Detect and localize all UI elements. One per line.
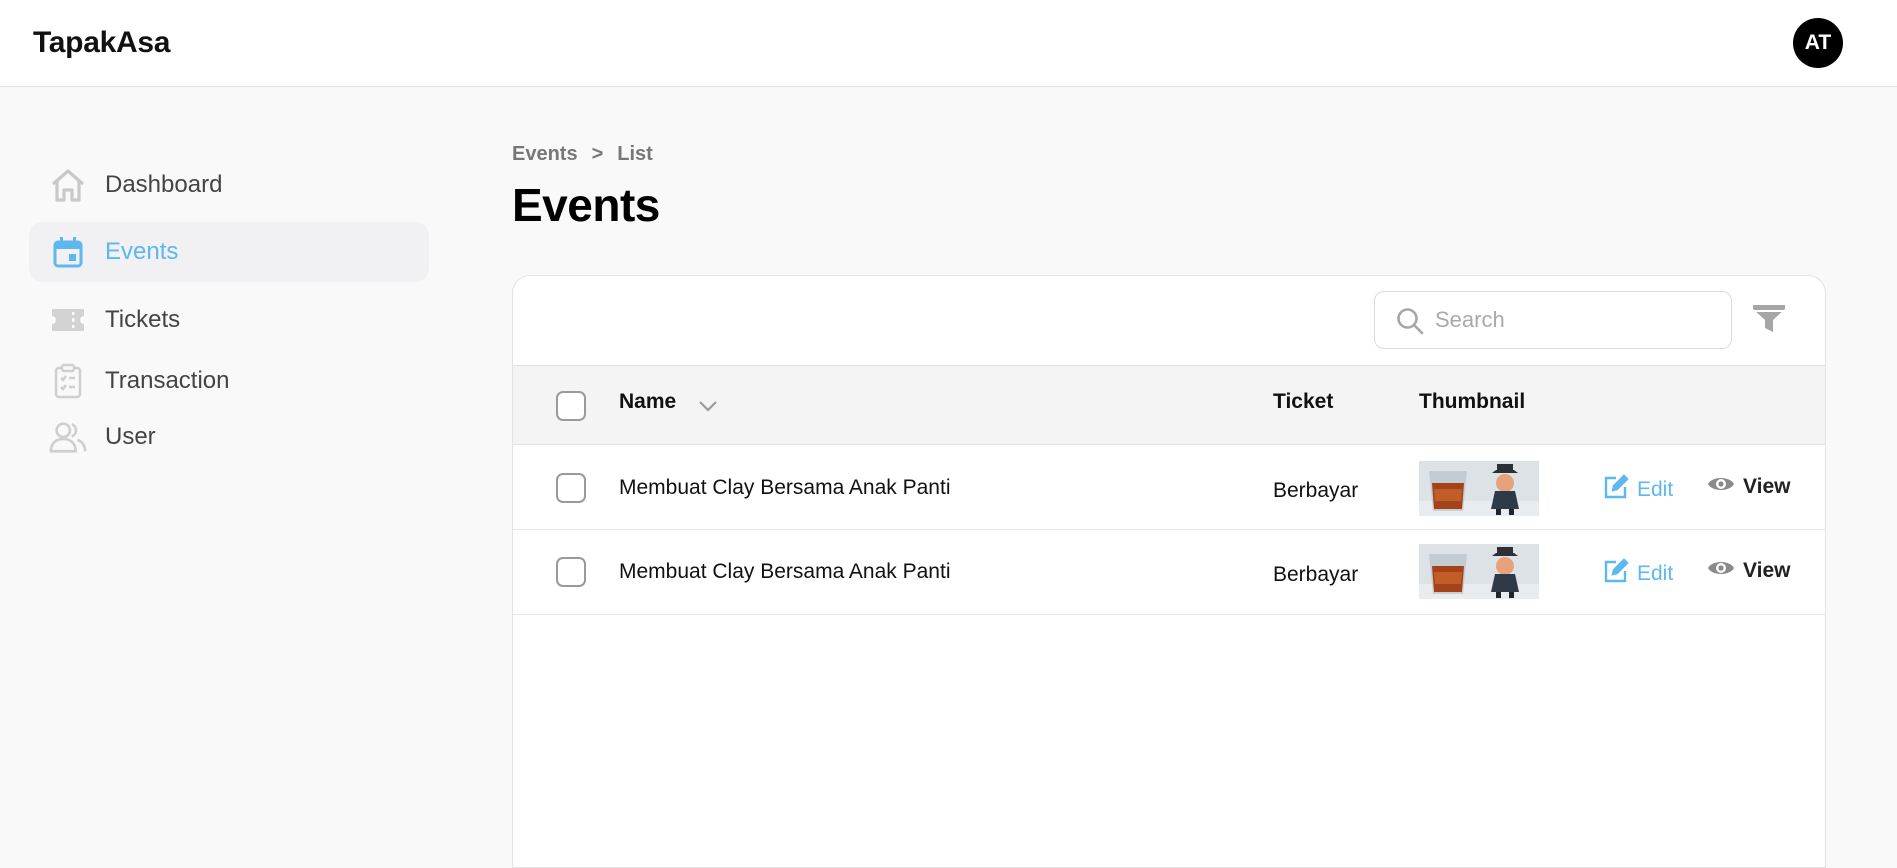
page-title: Events bbox=[512, 179, 660, 231]
filter-icon[interactable] bbox=[1751, 300, 1787, 336]
top-bar: TapakAsa AT bbox=[0, 0, 1897, 87]
events-table-card: Name Ticket Thumbnail Membuat Clay Bersa… bbox=[512, 275, 1826, 868]
view-label: View bbox=[1743, 475, 1791, 498]
edit-icon bbox=[1603, 558, 1629, 590]
sidebar-item-events[interactable]: Events bbox=[29, 222, 429, 282]
column-header-name[interactable]: Name bbox=[619, 390, 676, 414]
search-box[interactable] bbox=[1374, 291, 1732, 349]
select-all-checkbox[interactable] bbox=[556, 391, 586, 421]
breadcrumb-separator: > bbox=[591, 143, 604, 165]
breadcrumb-parent[interactable]: Events bbox=[512, 143, 578, 166]
sidebar-item-tickets[interactable]: Tickets bbox=[29, 290, 429, 350]
table-header: Name Ticket Thumbnail bbox=[513, 365, 1825, 445]
edit-label: Edit bbox=[1637, 478, 1674, 501]
edit-button[interactable]: Edit bbox=[1603, 474, 1673, 506]
sidebar-item-transaction[interactable]: Transaction bbox=[29, 351, 429, 411]
search-icon bbox=[1395, 306, 1425, 336]
brand-logo[interactable]: TapakAsa bbox=[33, 26, 170, 60]
clipboard-icon bbox=[49, 362, 87, 400]
sidebar-item-label: Dashboard bbox=[105, 171, 223, 198]
view-label: View bbox=[1743, 559, 1791, 582]
eye-icon bbox=[1707, 558, 1735, 584]
event-ticket: Berbayar bbox=[1273, 563, 1359, 586]
sidebar-item-label: User bbox=[105, 423, 156, 450]
eye-icon bbox=[1707, 474, 1735, 500]
chevron-down-icon[interactable] bbox=[697, 398, 719, 414]
row-checkbox[interactable] bbox=[556, 557, 586, 587]
table-row: Membuat Clay Bersama Anak Panti Berbayar bbox=[513, 530, 1825, 615]
home-icon bbox=[49, 166, 87, 204]
event-ticket: Berbayar bbox=[1273, 479, 1359, 502]
event-name: Membuat Clay Bersama Anak Panti bbox=[619, 560, 951, 583]
view-button[interactable]: View bbox=[1707, 474, 1790, 500]
edit-button[interactable]: Edit bbox=[1603, 558, 1673, 590]
event-thumbnail bbox=[1419, 461, 1539, 516]
table-row: Membuat Clay Bersama Anak Panti Berbayar bbox=[513, 445, 1825, 530]
breadcrumb-current: List bbox=[617, 143, 653, 165]
edit-icon bbox=[1603, 474, 1629, 506]
view-button[interactable]: View bbox=[1707, 558, 1790, 584]
users-icon bbox=[49, 418, 87, 456]
edit-label: Edit bbox=[1637, 562, 1674, 585]
column-header-thumbnail: Thumbnail bbox=[1419, 390, 1526, 413]
calendar-icon bbox=[49, 233, 87, 271]
sidebar-item-label: Tickets bbox=[105, 306, 181, 333]
ticket-icon bbox=[49, 301, 87, 339]
user-avatar[interactable]: AT bbox=[1793, 18, 1843, 68]
sidebar-item-dashboard[interactable]: Dashboard bbox=[29, 155, 429, 215]
sidebar-item-user[interactable]: User bbox=[29, 407, 429, 467]
event-name: Membuat Clay Bersama Anak Panti bbox=[619, 476, 951, 499]
event-thumbnail bbox=[1419, 544, 1539, 599]
row-checkbox[interactable] bbox=[556, 473, 586, 503]
sidebar-item-label: Events bbox=[105, 238, 179, 265]
breadcrumb: Events > List bbox=[512, 143, 653, 166]
column-header-ticket: Ticket bbox=[1273, 390, 1334, 413]
search-input[interactable] bbox=[1435, 302, 1720, 338]
sidebar-item-label: Transaction bbox=[105, 367, 230, 394]
